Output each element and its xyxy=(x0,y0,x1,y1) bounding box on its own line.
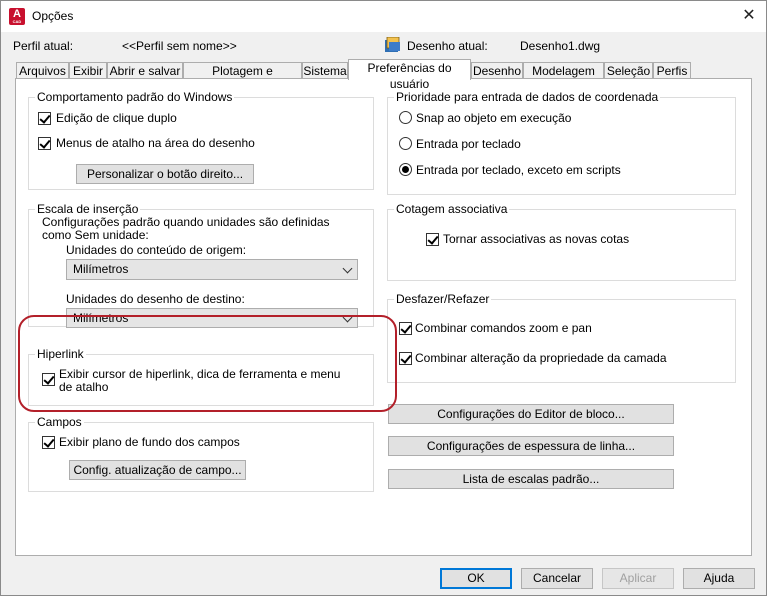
associative-dimension-group: Cotagem associativa Tornar associativas … xyxy=(387,202,736,281)
profile-value: <<Perfil sem nome>> xyxy=(122,39,237,53)
insertion-scale-desc-2: como Sem unidade: xyxy=(42,228,149,242)
source-units-value: Milímetros xyxy=(73,262,129,276)
customize-right-click-button[interactable]: Personalizar o botão direito... xyxy=(76,164,254,184)
default-scale-list-button[interactable]: Lista de escalas padrão... xyxy=(388,469,674,489)
source-units-label: Unidades do conteúdo de origem: xyxy=(66,243,247,257)
radio-keyboard-except-scripts-label: Entrada por teclado, exceto em scripts xyxy=(416,163,621,177)
profile-label: Perfil atual: xyxy=(13,39,74,53)
shortcut-menus-label: Menus de atalho na área do desenho xyxy=(56,136,255,150)
highlight-annotation-ring xyxy=(18,315,397,412)
radio-snap-running[interactable] xyxy=(399,111,412,124)
drawing-value: Desenho1.dwg xyxy=(520,39,601,53)
block-editor-settings-button[interactable]: Configurações do Editor de bloco... xyxy=(388,404,674,424)
combine-zoom-pan-checkbox[interactable] xyxy=(399,322,412,335)
title-bar: A CAD Opções ✕ xyxy=(1,1,766,32)
insertion-scale-group: Escala de inserção Configurações padrão … xyxy=(28,202,374,328)
shortcut-menus-checkbox[interactable] xyxy=(38,137,51,150)
insertion-scale-desc-1: Configurações padrão quando unidades são… xyxy=(42,215,330,229)
windows-behavior-group: Comportamento padrão do Windows Edição d… xyxy=(28,90,374,190)
drawing-file-icon xyxy=(385,37,400,52)
insertion-scale-title: Escala de inserção xyxy=(35,202,141,216)
chevron-down-icon xyxy=(342,263,353,274)
undo-redo-title: Desfazer/Refazer xyxy=(394,292,492,306)
combine-layer-property-label: Combinar alteração da propriedade da cam… xyxy=(415,351,667,365)
dblclick-edit-label: Edição de clique duplo xyxy=(56,111,177,125)
apply-button[interactable]: Aplicar xyxy=(602,568,674,589)
ok-button[interactable]: OK xyxy=(440,568,512,589)
fields-title: Campos xyxy=(35,415,84,429)
drawing-label: Desenho atual: xyxy=(407,39,488,53)
windows-behavior-title: Comportamento padrão do Windows xyxy=(35,90,235,104)
dblclick-edit-checkbox[interactable] xyxy=(38,112,51,125)
radio-keyboard-except-scripts[interactable] xyxy=(399,163,412,176)
radio-snap-running-label: Snap ao objeto em execução xyxy=(416,111,572,125)
tab-preferencias-usuario[interactable]: Preferências do usuário xyxy=(348,59,471,91)
fields-group: Campos Exibir plano de fundo dos campos … xyxy=(28,415,374,492)
radio-keyboard-entry-label: Entrada por teclado xyxy=(416,137,521,151)
lineweight-settings-button[interactable]: Configurações de espessura de linha... xyxy=(388,436,674,456)
combine-zoom-pan-label: Combinar comandos zoom e pan xyxy=(415,321,592,335)
radio-keyboard-entry[interactable] xyxy=(399,137,412,150)
options-dialog: A CAD Opções ✕ Perfil atual: <<Perfil sem… xyxy=(0,0,767,596)
fields-background-label: Exibir plano de fundo dos campos xyxy=(59,435,240,449)
help-button[interactable]: Ajuda xyxy=(683,568,755,589)
combine-layer-property-checkbox[interactable] xyxy=(399,352,412,365)
undo-redo-group: Desfazer/Refazer Combinar comandos zoom … xyxy=(387,292,736,383)
coordinate-priority-title: Prioridade para entrada de dados de coor… xyxy=(394,90,661,104)
autocad-app-icon: A CAD xyxy=(9,8,25,25)
window-title: Opções xyxy=(32,9,74,23)
fields-background-checkbox[interactable] xyxy=(42,436,55,449)
associative-dimensions-checkbox[interactable] xyxy=(426,233,439,246)
cancel-button[interactable]: Cancelar xyxy=(521,568,593,589)
source-units-select[interactable]: Milímetros xyxy=(66,259,358,280)
associative-dimension-title: Cotagem associativa xyxy=(394,202,510,216)
field-update-settings-button[interactable]: Config. atualização de campo... xyxy=(69,460,246,480)
close-icon[interactable]: ✕ xyxy=(738,5,760,27)
associative-dimensions-label: Tornar associativas as novas cotas xyxy=(443,232,630,246)
coordinate-priority-group: Prioridade para entrada de dados de coor… xyxy=(387,90,736,195)
target-units-label: Unidades do desenho de destino: xyxy=(66,292,245,306)
